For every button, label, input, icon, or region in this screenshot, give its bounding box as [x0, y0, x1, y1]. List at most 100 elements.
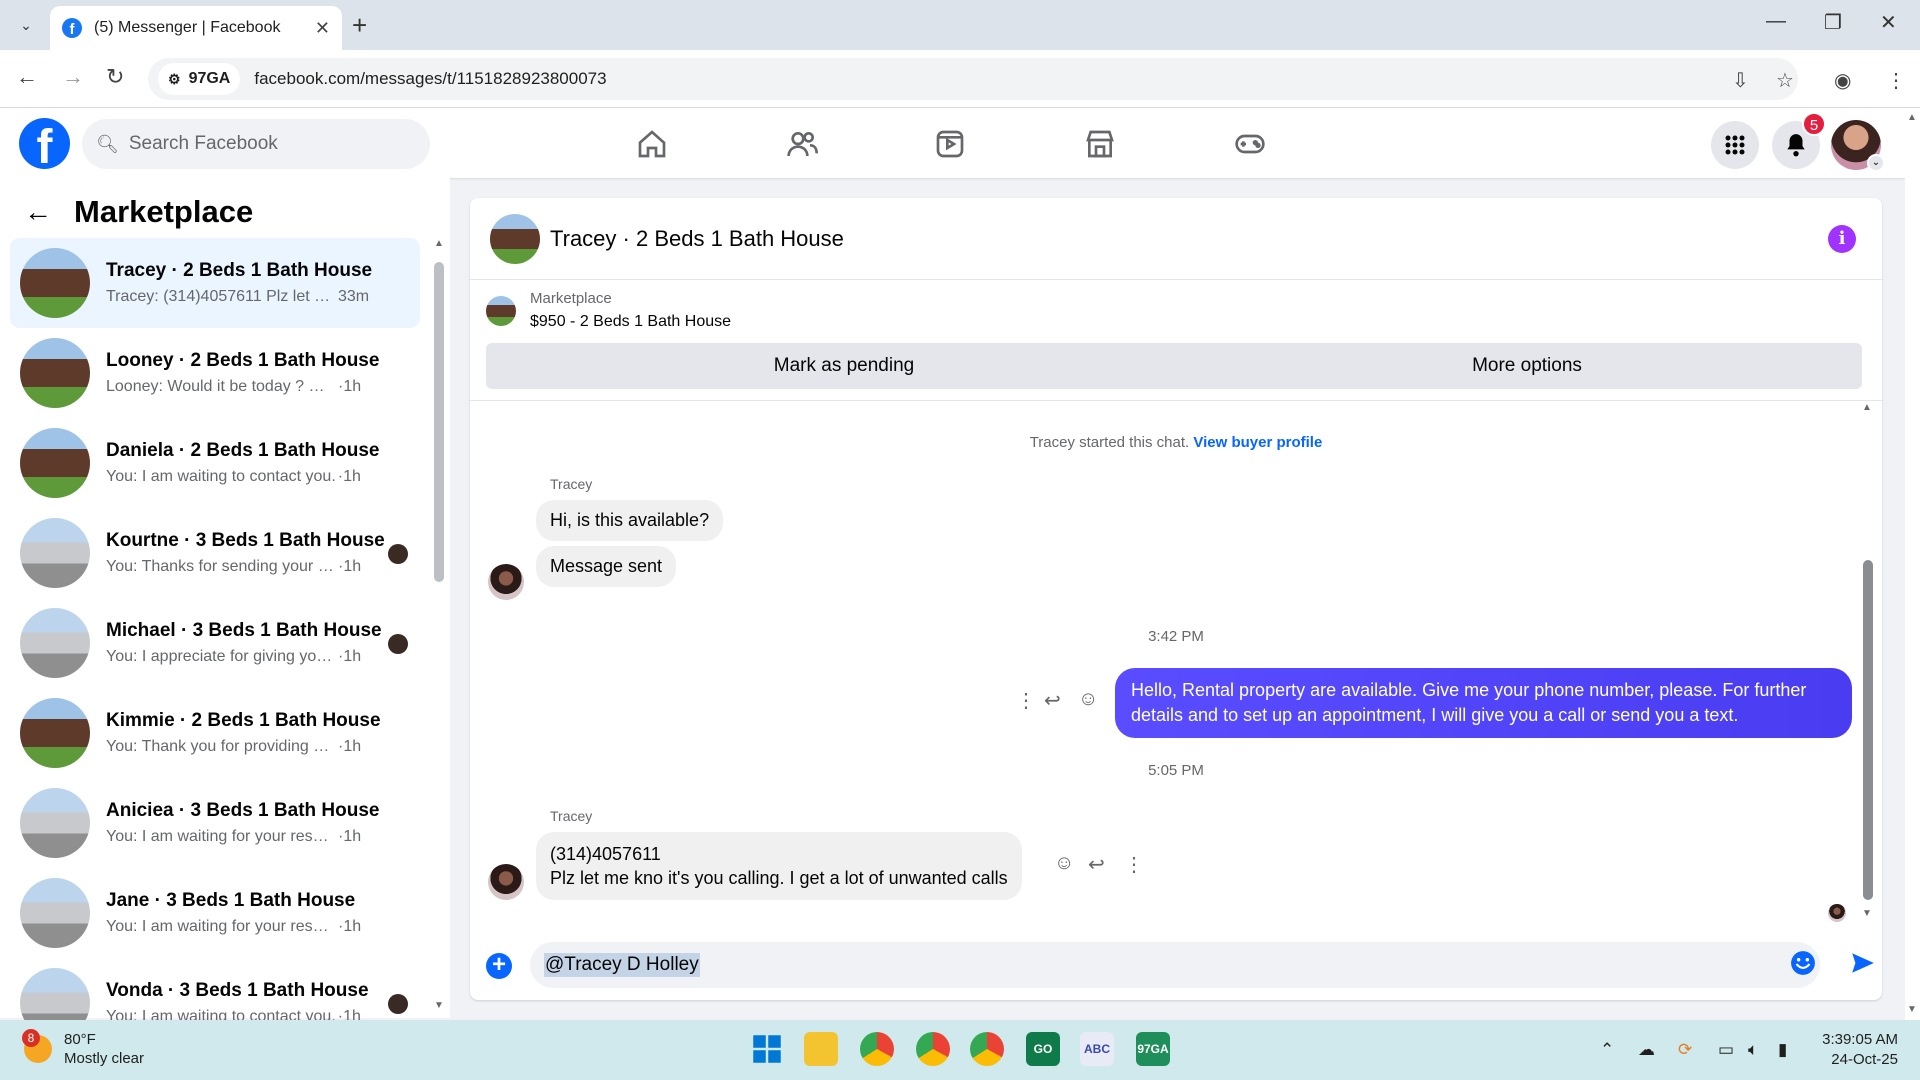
site-chip-label: 97GA [188, 70, 231, 87]
react-emoji-icon[interactable]: ☺ [1078, 688, 1098, 711]
sidebar-scroll-thumb[interactable] [434, 262, 444, 582]
app-97ga-icon[interactable]: 97GA [1136, 1032, 1170, 1066]
scroll-down-icon[interactable]: ▼ [1862, 908, 1872, 919]
scroll-up-icon[interactable]: ▲ [1907, 112, 1917, 123]
gaming-nav-icon[interactable] [1228, 124, 1272, 164]
friends-nav-icon[interactable] [780, 124, 824, 164]
conversation-item[interactable]: Jane · 3 Beds 1 Bath House You: I am wait… [10, 868, 420, 958]
scroll-up-icon[interactable]: ▲ [434, 238, 444, 249]
scroll-down-icon[interactable]: ▼ [434, 1000, 444, 1011]
info-icon[interactable]: i [1828, 225, 1856, 253]
sidebar-scrollbar[interactable]: ▲ ▼ [434, 238, 444, 1013]
conversation-item[interactable]: Aniciea · 3 Beds 1 Bath House You: I am w… [10, 778, 420, 868]
react-emoji-icon[interactable]: ☺ [1054, 852, 1074, 875]
file-explorer-icon[interactable] [804, 1032, 838, 1066]
listing-thumbnail [20, 878, 90, 948]
chat-scroll-thumb[interactable] [1863, 560, 1873, 900]
chrome-profile-icon[interactable] [970, 1032, 1004, 1066]
more-actions-icon[interactable]: ⋮ [1016, 688, 1036, 713]
mention-text[interactable]: @Tracey D Holley [544, 953, 700, 977]
restore-icon[interactable]: ❐ [1824, 10, 1842, 35]
battery-icon[interactable]: ▮ [1778, 1040, 1787, 1060]
page-scrollbar[interactable]: ▲ ▼ [1905, 108, 1920, 1020]
reply-icon[interactable]: ↩ [1044, 688, 1061, 713]
conversation-title: Kimmie · 2 Beds 1 Bath House [106, 710, 381, 731]
tab-search-button[interactable]: ⌄ [10, 10, 42, 40]
scroll-up-icon[interactable]: ▲ [1862, 402, 1872, 413]
more-options-button[interactable]: More options [1192, 343, 1862, 389]
back-icon[interactable]: ← [16, 64, 38, 90]
browser-tab[interactable]: f (5) Messenger | Facebook ✕ [50, 6, 342, 50]
outgoing-message[interactable]: Hello, Rental property are available. Gi… [1115, 668, 1852, 738]
conversation-item[interactable]: Tracey · 2 Beds 1 Bath House Tracey: (314… [10, 238, 420, 328]
account-avatar[interactable]: ⌄ [1831, 120, 1885, 172]
conversation-item[interactable]: Kourtne · 3 Beds 1 Bath House You: Thanks… [10, 508, 420, 598]
weather-widget[interactable]: 8 80°F Mostly clear [22, 1029, 144, 1068]
app-abc-icon[interactable]: ABC [1080, 1032, 1114, 1066]
clock-time: 3:39:05 AM [1822, 1031, 1898, 1048]
listing-thumbnail [20, 608, 90, 678]
sender-avatar[interactable] [488, 564, 524, 600]
back-arrow-icon[interactable]: ← [24, 196, 52, 228]
emoji-icon[interactable] [1790, 950, 1816, 976]
marketplace-nav-icon[interactable] [1078, 124, 1122, 164]
reload-icon[interactable]: ↻ [106, 64, 124, 90]
chrome-icon[interactable] [860, 1032, 894, 1066]
conversation-item[interactable]: Michael · 3 Beds 1 Bath House You: I appr… [10, 598, 420, 688]
site-info-chip[interactable]: ⚙ 97GA [158, 63, 241, 95]
url-text[interactable]: facebook.com/messages/t/1151828923800073 [254, 69, 606, 89]
view-buyer-profile-link[interactable]: View buyer profile [1193, 434, 1322, 451]
sender-avatar[interactable] [488, 864, 524, 900]
system-clock[interactable]: 3:39:05 AM 24-Oct-25 [1818, 1030, 1898, 1070]
send-icon[interactable] [1850, 950, 1876, 976]
install-app-icon[interactable]: ⇩ [1732, 68, 1749, 93]
tray-chevron-up-icon[interactable]: ⌃ [1600, 1040, 1614, 1060]
more-actions-icon[interactable]: ⋮ [1124, 852, 1144, 877]
listing-summary[interactable]: Marketplace $950 - 2 Beds 1 Bath House [486, 290, 731, 331]
conversation-item[interactable]: Looney · 2 Beds 1 Bath House Looney: Woul… [10, 328, 420, 418]
forward-icon[interactable]: → [62, 64, 84, 90]
facebook-logo-icon[interactable]: f [19, 118, 70, 169]
scroll-down-icon[interactable]: ▼ [1907, 1004, 1917, 1015]
add-attachment-icon[interactable]: + [486, 953, 512, 979]
network-icon[interactable]: ▭ [1718, 1040, 1734, 1060]
volume-icon[interactable]: 🔈︎ [1748, 1040, 1758, 1060]
started-text: Tracey started this chat. [1029, 434, 1190, 451]
search-input[interactable] [128, 133, 409, 155]
conversation-title: Michael · 3 Beds 1 Bath House [106, 620, 382, 641]
menu-grid-icon[interactable] [1711, 121, 1759, 169]
windows-start-icon[interactable] [750, 1032, 784, 1066]
close-window-icon[interactable]: ✕ [1880, 10, 1897, 35]
app-go-icon[interactable]: GO [1026, 1032, 1060, 1066]
message-input[interactable]: @Tracey D Holley [530, 942, 1820, 988]
mark-as-pending-button[interactable]: Mark as pending [486, 343, 1202, 389]
profile-icon[interactable]: ◉ [1834, 68, 1851, 93]
incoming-message[interactable]: Message sent [536, 546, 677, 587]
cloud-off-icon[interactable]: ☁ [1638, 1040, 1655, 1060]
sync-icon[interactable]: ⟳ [1678, 1040, 1692, 1060]
listing-thumbnail [20, 338, 90, 408]
outgoing-message-line: details and to set up an appointment, I … [1131, 705, 1739, 725]
incoming-message[interactable]: (314)4057611 Plz let me kno it's you cal… [536, 832, 1022, 900]
listing-thumbnail[interactable] [490, 213, 540, 264]
new-tab-button[interactable]: + [352, 10, 367, 41]
reply-icon[interactable]: ↩ [1088, 852, 1105, 877]
facebook-search[interactable]: 🔍︎ [82, 119, 430, 169]
listing-thumbnail [20, 698, 90, 768]
incoming-message-line: Plz let me kno it's you calling. I get a… [550, 868, 1008, 888]
conversation-item[interactable]: Kimmie · 2 Beds 1 Bath House You: Thank y… [10, 688, 420, 778]
minimize-icon[interactable]: — [1766, 10, 1786, 33]
conversation-item[interactable]: Daniela · 2 Beds 1 Bath House You: I am w… [10, 418, 420, 508]
bookmark-star-icon[interactable]: ☆ [1776, 68, 1794, 93]
incoming-message[interactable]: Hi, is this available? [536, 500, 724, 541]
browser-menu-icon[interactable]: ⋮ [1886, 68, 1906, 93]
video-nav-icon[interactable] [928, 124, 972, 164]
conversation-time: ·1h [338, 828, 362, 845]
close-tab-icon[interactable]: ✕ [315, 18, 330, 39]
conversation-time: ·1h [338, 918, 362, 935]
home-nav-icon[interactable] [630, 124, 674, 164]
chat-scrollbar[interactable]: ▲ ▼ [1862, 402, 1874, 920]
address-bar[interactable]: ⚙ 97GA facebook.com/messages/t/115182892… [148, 58, 1798, 100]
chrome-profile-icon[interactable] [916, 1032, 950, 1066]
chat-title[interactable]: Tracey · 2 Beds 1 Bath House [550, 226, 844, 252]
